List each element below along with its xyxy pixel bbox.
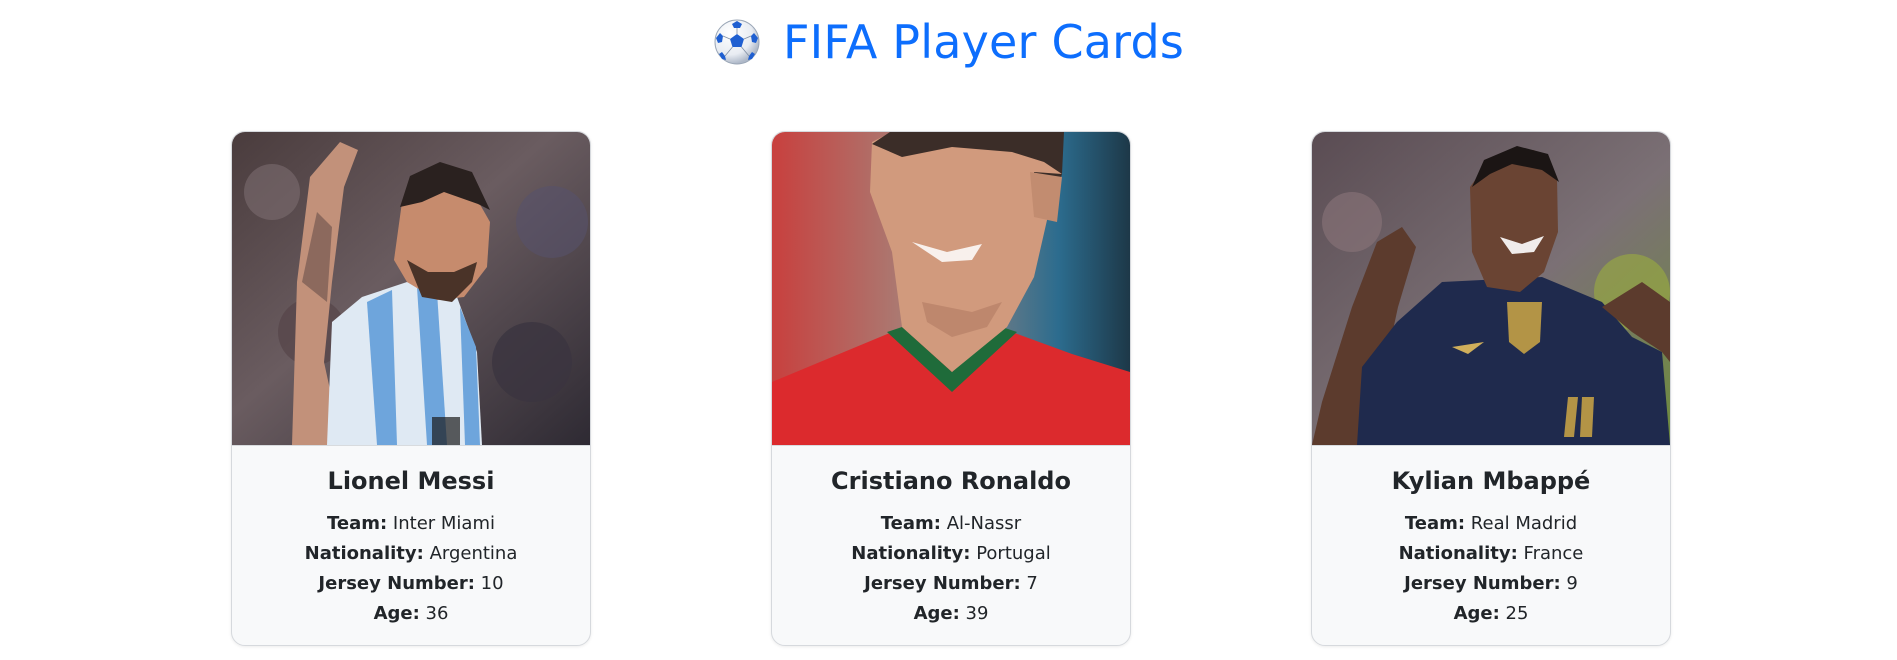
player-card: Lionel Messi Team: Inter Miami Nationali… [231, 131, 591, 646]
team-label: Team: [1404, 512, 1466, 534]
player-nationality: Nationality: Argentina [232, 539, 590, 569]
player-card: Kylian Mbappé Team: Real Madrid National… [1311, 131, 1671, 646]
age-label: Age: [913, 602, 960, 624]
player-age: Age: 36 [232, 599, 590, 629]
player-card-body: Kylian Mbappé Team: Real Madrid National… [1312, 446, 1670, 629]
player-jersey-number: Jersey Number: 10 [232, 569, 590, 599]
team-label: Team: [326, 512, 388, 534]
page: FIFA Player Cards Lionel Messi Team: Int… [0, 0, 1897, 660]
age-value: 39 [965, 602, 989, 624]
page-header: FIFA Player Cards [0, 18, 1897, 66]
nationality-value: France [1523, 542, 1584, 564]
player-name: Lionel Messi [327, 467, 495, 495]
player-team: Team: Inter Miami [232, 509, 590, 539]
jersey-value: 10 [480, 572, 504, 594]
nationality-label: Nationality: [304, 542, 424, 564]
nationality-label: Nationality: [1398, 542, 1518, 564]
player-age: Age: 39 [772, 599, 1130, 629]
player-jersey-number: Jersey Number: 7 [772, 569, 1130, 599]
soccer-ball-icon [713, 18, 761, 66]
nationality-value: Argentina [429, 542, 518, 564]
player-nationality: Nationality: France [1312, 539, 1670, 569]
jersey-label: Jersey Number: [318, 572, 475, 594]
player-nationality: Nationality: Portugal [772, 539, 1130, 569]
jersey-label: Jersey Number: [1404, 572, 1561, 594]
nationality-label: Nationality: [851, 542, 971, 564]
player-card-body: Lionel Messi Team: Inter Miami Nationali… [232, 446, 590, 629]
player-photo-ronaldo [772, 132, 1130, 445]
nationality-value: Portugal [976, 542, 1051, 564]
player-name: Cristiano Ronaldo [831, 467, 1071, 495]
team-label: Team: [880, 512, 941, 534]
team-value: Al-Nassr [946, 512, 1022, 534]
player-photo-mbappe [1312, 132, 1670, 445]
player-age: Age: 25 [1312, 599, 1670, 629]
age-label: Age: [1453, 602, 1500, 624]
player-team: Team: Al-Nassr [772, 509, 1130, 539]
player-photo [232, 132, 590, 446]
player-card-list: Lionel Messi Team: Inter Miami Nationali… [0, 131, 1897, 646]
team-value: Inter Miami [392, 512, 495, 534]
age-value: 36 [425, 602, 449, 624]
page-title: FIFA Player Cards [782, 15, 1185, 69]
jersey-value: 9 [1566, 572, 1578, 594]
team-value: Real Madrid [1470, 512, 1578, 534]
player-photo [1312, 132, 1670, 446]
player-photo [772, 132, 1130, 446]
player-jersey-number: Jersey Number: 9 [1312, 569, 1670, 599]
age-value: 25 [1505, 602, 1529, 624]
jersey-value: 7 [1026, 572, 1038, 594]
player-card: Cristiano Ronaldo Team: Al-Nassr Nationa… [771, 131, 1131, 646]
age-label: Age: [373, 602, 420, 624]
player-team: Team: Real Madrid [1312, 509, 1670, 539]
player-name: Kylian Mbappé [1391, 467, 1591, 495]
player-photo-messi [232, 132, 590, 445]
player-card-body: Cristiano Ronaldo Team: Al-Nassr Nationa… [772, 446, 1130, 629]
jersey-label: Jersey Number: [864, 572, 1021, 594]
